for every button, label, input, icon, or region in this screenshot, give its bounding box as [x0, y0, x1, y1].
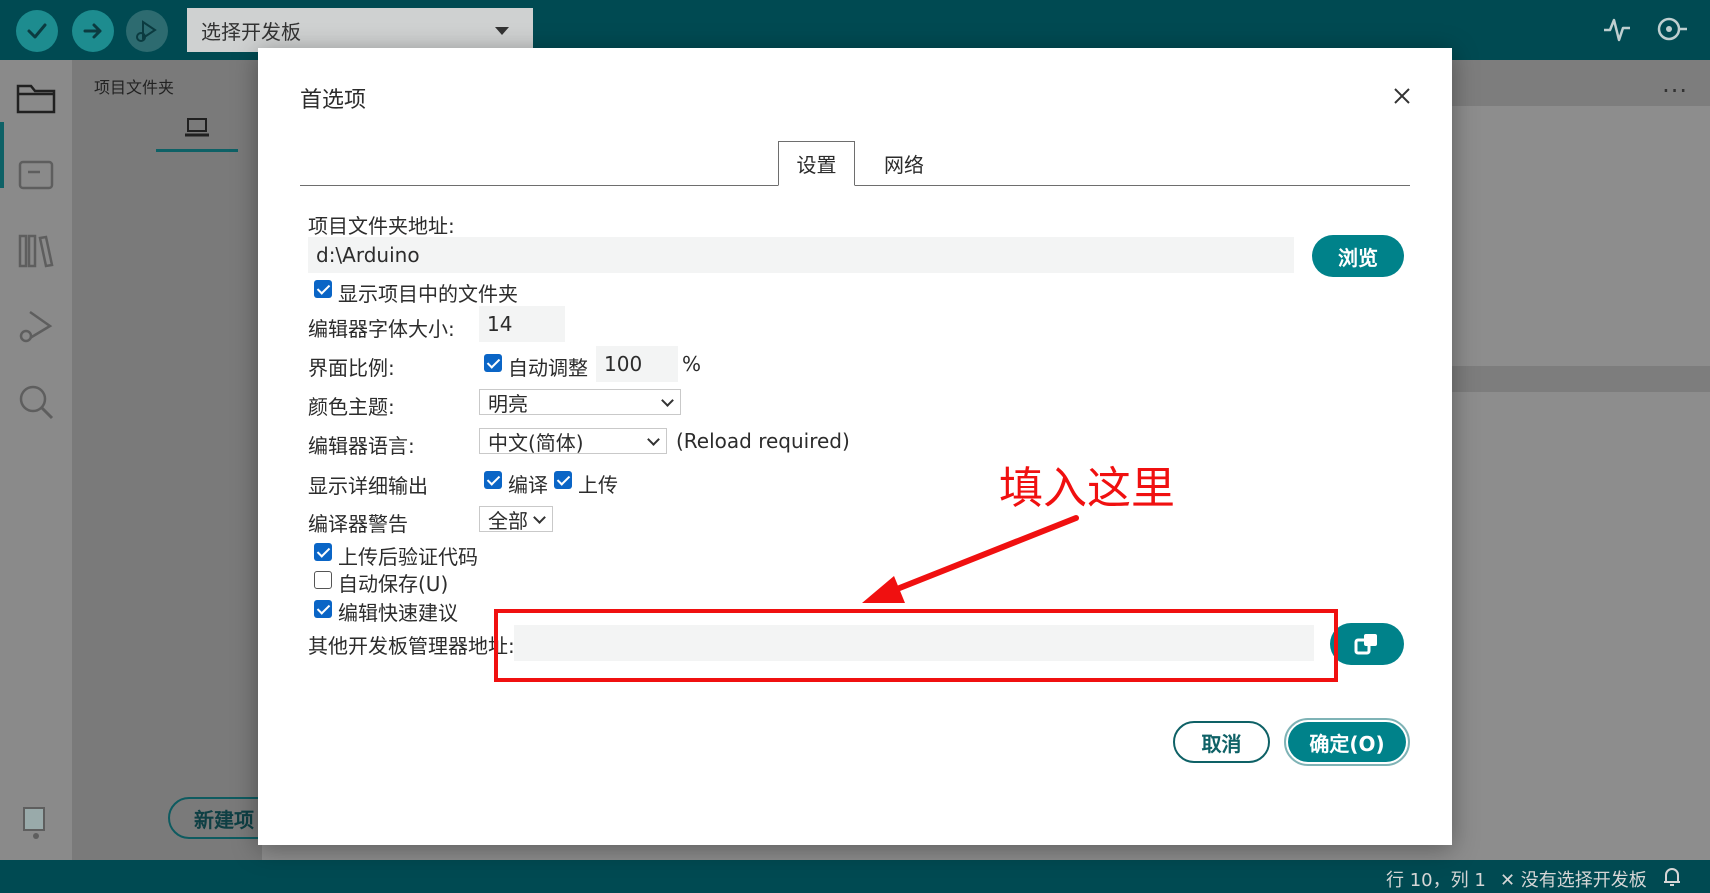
chevron-down-icon — [647, 433, 660, 446]
reload-note: (Reload required) — [676, 429, 850, 453]
auto-scale-label: 自动调整 — [508, 356, 588, 380]
sidebar-item-debug[interactable] — [14, 304, 58, 348]
chevron-down-icon — [533, 511, 546, 524]
search-icon — [19, 385, 54, 420]
cancel-button[interactable]: 取消 — [1173, 721, 1270, 763]
sketchbook-label: 项目文件夹地址: — [308, 214, 455, 238]
preferences-dialog: 首选项 设置 网络 项目文件夹地址: 浏览 显示项目中的文件夹 编辑器字体大小:… — [258, 48, 1452, 845]
notification-button[interactable] — [1662, 866, 1682, 893]
verbose-compile-checkbox[interactable] — [484, 471, 502, 489]
close-icon — [1394, 88, 1410, 104]
verbose-upload-checkbox[interactable] — [554, 471, 572, 489]
board-status[interactable]: ✕ 没有选择开发板 — [1500, 866, 1647, 892]
profile-icon — [23, 807, 45, 839]
verify-after-upload-checkbox[interactable] — [314, 543, 332, 561]
pulse-icon — [1604, 18, 1630, 42]
ok-button-label: 确定(O) — [1309, 731, 1385, 756]
upload-button[interactable] — [72, 10, 114, 52]
auto-save-checkbox[interactable] — [314, 571, 332, 589]
language-select[interactable]: 中文(简体) — [479, 428, 667, 455]
scale-unit: % — [682, 352, 702, 376]
theme-select-value: 明亮 — [488, 391, 528, 416]
new-project-label: 新建项 — [194, 807, 254, 832]
dialog-title: 首选项 — [300, 88, 367, 113]
font-size-input[interactable] — [479, 306, 565, 342]
font-size-label: 编辑器字体大小: — [308, 317, 455, 341]
warnings-select-value: 全部 — [488, 508, 528, 533]
explorer-title: 项目文件夹 — [94, 78, 175, 97]
debug-play-icon — [136, 20, 157, 42]
sidebar-active-indicator — [0, 122, 4, 188]
open-window-icon — [1354, 634, 1377, 655]
arrow-right-icon — [83, 23, 102, 39]
folder-icon — [16, 84, 56, 114]
board-urls-label: 其他开发板管理器地址: — [308, 634, 515, 658]
show-files-label: 显示项目中的文件夹 — [338, 282, 518, 306]
checkmark-icon — [27, 23, 47, 39]
cursor-position: 行 10，列 1 — [1386, 870, 1486, 891]
board-icon — [18, 160, 54, 190]
chevron-down-icon — [495, 27, 509, 35]
scale-label: 界面比例: — [308, 356, 395, 380]
bell-icon — [1664, 868, 1680, 886]
sketchbook-path-input[interactable] — [308, 237, 1294, 273]
verify-button[interactable] — [16, 10, 58, 52]
annotation-text: 填入这里 — [999, 463, 1175, 514]
debug-button[interactable] — [126, 10, 168, 52]
sidebar-item-search[interactable] — [14, 380, 58, 424]
library-icon — [18, 234, 54, 268]
tab-settings[interactable]: 设置 — [778, 141, 855, 186]
scale-input[interactable] — [596, 346, 678, 382]
browse-button[interactable]: 浏览 — [1312, 235, 1404, 277]
auto-save-label: 自动保存(U) — [338, 572, 449, 596]
laptop-icon — [185, 118, 209, 137]
language-select-value: 中文(简体) — [488, 430, 584, 455]
ok-button[interactable]: 确定(O) — [1288, 722, 1406, 762]
sidebar-item-library[interactable] — [14, 228, 58, 272]
activity-sidebar — [0, 60, 72, 860]
tab-network[interactable]: 网络 — [858, 141, 950, 186]
explorer-tab-local[interactable] — [156, 116, 238, 152]
verbose-label: 显示详细输出 — [308, 474, 428, 498]
sidebar-item-explorer[interactable] — [14, 76, 58, 120]
board-select[interactable]: 选择开发板 — [187, 8, 533, 52]
quick-suggestions-label: 编辑快速建议 — [338, 601, 458, 625]
theme-select[interactable]: 明亮 — [479, 389, 681, 416]
quick-suggestions-checkbox[interactable] — [314, 600, 332, 618]
sidebar-item-profile[interactable] — [14, 800, 58, 844]
serial-monitor-button[interactable] — [1654, 14, 1688, 48]
status-bar: 行 10，列 1 ✕ 没有选择开发板 — [0, 860, 1710, 893]
annotation-highlight-box — [494, 609, 1338, 682]
monitor-icon — [1657, 17, 1687, 41]
edit-urls-button[interactable] — [1330, 623, 1404, 665]
chevron-down-icon — [661, 394, 674, 407]
verbose-compile-label: 编译 — [508, 473, 548, 497]
serial-plotter-button[interactable] — [1602, 14, 1632, 48]
more-actions-button[interactable]: ... — [1662, 70, 1688, 98]
warnings-label: 编译器警告 — [308, 512, 408, 536]
close-button[interactable] — [1388, 82, 1416, 110]
show-files-checkbox[interactable] — [314, 280, 332, 298]
browse-button-label: 浏览 — [1338, 245, 1378, 270]
board-select-label: 选择开发板 — [201, 19, 301, 44]
warnings-select[interactable]: 全部 — [479, 506, 553, 533]
verbose-upload-label: 上传 — [578, 473, 618, 497]
cancel-button-label: 取消 — [1201, 731, 1242, 756]
verify-after-upload-label: 上传后验证代码 — [338, 545, 478, 569]
sidebar-item-boards[interactable] — [14, 152, 58, 196]
theme-label: 颜色主题: — [308, 395, 395, 419]
debug-icon — [19, 310, 53, 343]
tabs-divider — [300, 185, 1410, 186]
explorer-panel: 项目文件夹 新建项 — [72, 60, 328, 860]
language-label: 编辑器语言: — [308, 434, 415, 458]
auto-scale-checkbox[interactable] — [484, 354, 502, 372]
